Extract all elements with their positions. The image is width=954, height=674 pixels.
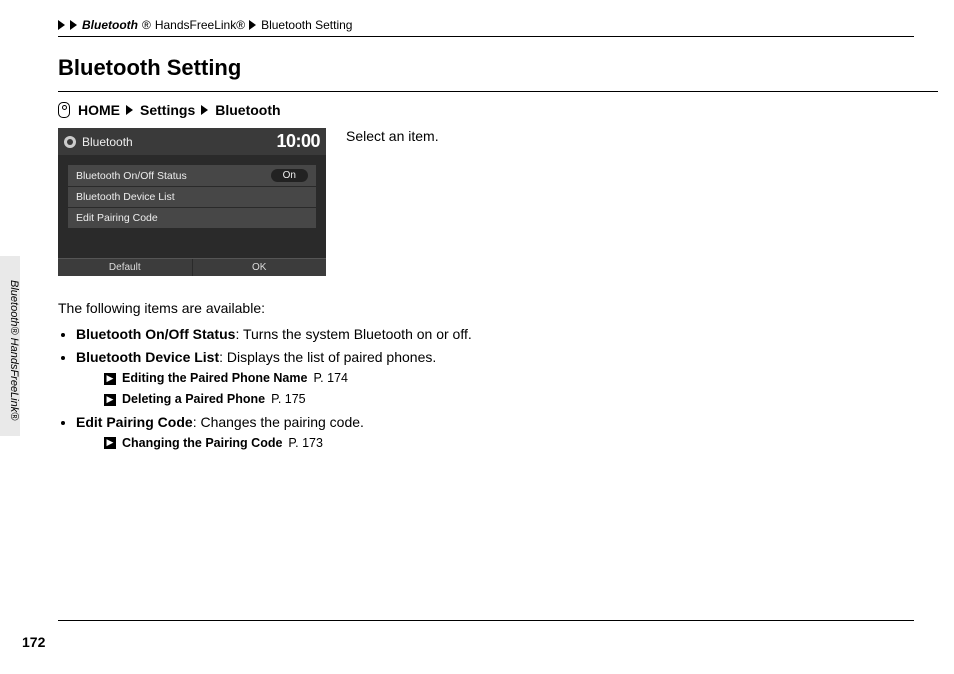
item-name: Edit Pairing Code (76, 414, 193, 430)
runhead-hfl: HandsFreeLink® (155, 18, 245, 32)
runhead-reg: ® (142, 18, 151, 32)
cross-reference[interactable]: ▶ Editing the Paired Phone Name P. 174 (104, 369, 698, 388)
gear-icon (64, 136, 76, 148)
title-rule (58, 91, 938, 92)
runhead-section: Bluetooth Setting (261, 18, 352, 32)
nav-home: HOME (78, 102, 120, 118)
page-title: Bluetooth Setting (58, 55, 914, 81)
instruction-text: Select an item. (346, 128, 439, 144)
screen-menu-row: Bluetooth On/Off Status On (68, 165, 316, 187)
item-desc: : Turns the system Bluetooth on or off. (235, 326, 471, 342)
cross-reference[interactable]: ▶ Changing the Pairing Code P. 173 (104, 434, 698, 453)
screen-default-button: Default (58, 259, 193, 276)
screen-row-label: Bluetooth Device List (76, 191, 175, 203)
reference-arrow-icon: ▶ (104, 373, 116, 385)
header-rule (58, 36, 914, 37)
screen-title: Bluetooth (82, 135, 133, 149)
breadcrumb-triangle-icon (249, 20, 256, 30)
footer-rule (58, 620, 914, 621)
breadcrumb-triangle-icon (58, 20, 65, 30)
screen-row-label: Bluetooth On/Off Status (76, 170, 187, 182)
breadcrumb-triangle-icon (126, 105, 133, 115)
device-screenshot: Bluetooth 10:00 Bluetooth On/Off Status … (58, 128, 326, 276)
ref-title: Editing the Paired Phone Name (122, 369, 307, 388)
screen-ok-button: OK (193, 259, 327, 276)
list-item: Bluetooth On/Off Status: Turns the syste… (76, 324, 698, 346)
ref-page: P. 174 (313, 369, 348, 388)
cross-reference[interactable]: ▶ Deleting a Paired Phone P. 175 (104, 390, 698, 409)
list-item: Bluetooth Device List: Displays the list… (76, 347, 698, 409)
item-name: Bluetooth On/Off Status (76, 326, 235, 342)
screen-menu-row: Bluetooth Device List (68, 187, 316, 208)
item-name: Bluetooth Device List (76, 349, 219, 365)
screen-clock: 10:00 (276, 131, 320, 152)
item-desc: : Changes the pairing code. (193, 414, 364, 430)
reference-arrow-icon: ▶ (104, 437, 116, 449)
breadcrumb-triangle-icon (201, 105, 208, 115)
intro-line: The following items are available: (58, 298, 698, 320)
ref-title: Changing the Pairing Code (122, 434, 282, 453)
item-desc: : Displays the list of paired phones. (219, 349, 436, 365)
reference-arrow-icon: ▶ (104, 394, 116, 406)
nav-bluetooth: Bluetooth (215, 102, 280, 118)
menu-path: HOME Settings Bluetooth (58, 102, 914, 118)
selector-icon (58, 102, 70, 118)
ref-page: P. 173 (288, 434, 323, 453)
runhead-bluetooth: Bluetooth (82, 18, 138, 32)
breadcrumb-triangle-icon (70, 20, 77, 30)
screen-menu-row: Edit Pairing Code (68, 208, 316, 229)
screen-row-value: On (271, 169, 308, 182)
running-header: Bluetooth ® HandsFreeLink® Bluetooth Sett… (58, 18, 914, 32)
page-number: 172 (22, 634, 45, 650)
ref-page: P. 175 (271, 390, 306, 409)
side-section-label: Bluetooth® HandsFreeLink® (8, 280, 20, 420)
list-item: Edit Pairing Code: Changes the pairing c… (76, 412, 698, 453)
body-text: The following items are available: Bluet… (58, 298, 698, 453)
nav-settings: Settings (140, 102, 195, 118)
ref-title: Deleting a Paired Phone (122, 390, 265, 409)
screen-row-label: Edit Pairing Code (76, 212, 158, 224)
